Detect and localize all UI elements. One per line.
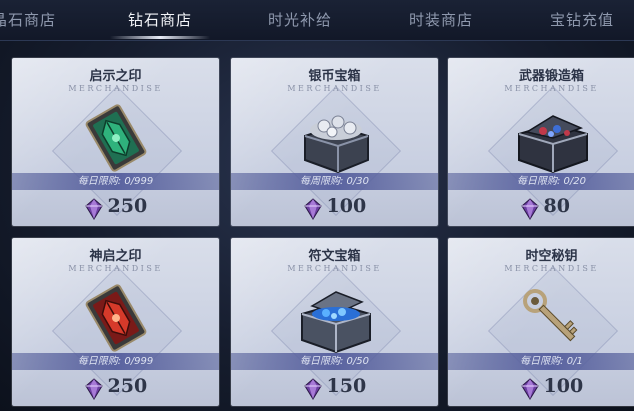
item-name: 启示之印: [89, 69, 142, 84]
item-subtitle: MERCHANDISE: [68, 264, 163, 273]
item-price: 100: [326, 195, 367, 217]
item-price: 100: [543, 375, 584, 397]
shop-item-card[interactable]: 启示之印 MERCHANDISE 每日限购: 0/999 250: [12, 58, 219, 226]
price-row: 150: [231, 373, 438, 403]
tab-time-supply[interactable]: 时光补给: [268, 0, 332, 40]
rune-chest-icon: [300, 291, 371, 354]
tab-diamond-shop[interactable]: 钻石商店: [128, 0, 192, 40]
purchase-limit: 每日限购: 0/50: [231, 353, 438, 370]
active-tab-indicator: [110, 36, 210, 39]
purchase-limit: 每日限购: 0/999: [12, 353, 219, 370]
price-row: 250: [12, 193, 219, 223]
purchase-limit: 每日限购: 0/1: [448, 353, 634, 370]
price-row: 250: [12, 373, 219, 403]
tab-fashion-shop[interactable]: 时装商店: [409, 0, 473, 40]
price-row: 100: [231, 193, 438, 223]
tab-crystal-shop[interactable]: 晶石商店: [0, 0, 56, 40]
shop-item-card[interactable]: 银币宝箱 MERCHANDISE 每周限购: 0/30 100: [231, 58, 438, 226]
item-price: 250: [107, 195, 148, 217]
price-row: 80: [448, 193, 634, 223]
item-subtitle: MERCHANDISE: [68, 84, 163, 93]
shop-item-card[interactable]: 武器锻造箱 MERCHANDISE 每日限购: 0/20 80: [448, 58, 634, 226]
spacetime-key-icon: [522, 289, 577, 342]
purple-diamond-icon: [84, 198, 103, 220]
item-subtitle: MERCHANDISE: [287, 264, 382, 273]
shop-item-card[interactable]: 神启之印 MERCHANDISE 每日限购: 0/999 250: [12, 238, 219, 406]
shop-item-card[interactable]: 符文宝箱 MERCHANDISE 每日限购: 0/50 150: [231, 238, 438, 406]
purple-diamond-icon: [520, 198, 539, 220]
shop-item-card[interactable]: 时空秘钥 MERCHANDISE 每日限购: 0/1 100: [448, 238, 634, 406]
tab-gem-recharge[interactable]: 宝钻充值: [550, 0, 614, 40]
item-subtitle: MERCHANDISE: [504, 84, 599, 93]
purple-diamond-icon: [303, 378, 322, 400]
item-name: 神启之印: [89, 249, 142, 264]
shop-tab-bar: 晶石商店 钻石商店 时光补给 时装商店 宝钻充值: [0, 0, 634, 41]
purchase-limit: 每日限购: 0/20: [448, 173, 634, 190]
item-name: 银币宝箱: [308, 69, 361, 84]
silver-coin-chest-icon: [303, 115, 369, 174]
red-seal-icon: [85, 284, 146, 352]
purchase-limit: 每周限购: 0/30: [231, 173, 438, 190]
item-price: 250: [107, 375, 148, 397]
price-row: 100: [448, 373, 634, 403]
item-name: 符文宝箱: [308, 249, 361, 264]
weapon-forge-chest-icon: [517, 115, 588, 174]
item-price: 150: [326, 375, 367, 397]
item-name: 时空秘钥: [525, 249, 578, 264]
purple-diamond-icon: [303, 198, 322, 220]
green-seal-icon: [85, 104, 146, 172]
item-name: 武器锻造箱: [518, 69, 584, 84]
item-subtitle: MERCHANDISE: [504, 264, 599, 273]
purple-diamond-icon: [84, 378, 103, 400]
item-price: 80: [543, 195, 570, 217]
item-subtitle: MERCHANDISE: [287, 84, 382, 93]
purchase-limit: 每日限购: 0/999: [12, 173, 219, 190]
purple-diamond-icon: [520, 378, 539, 400]
